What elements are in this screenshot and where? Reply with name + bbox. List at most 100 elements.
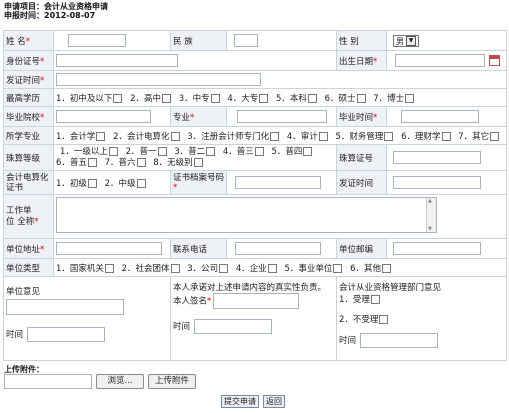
education-checkbox[interactable] <box>113 93 123 103</box>
accept-checkbox[interactable] <box>370 295 380 304</box>
contact-phone-input[interactable] <box>235 242 321 255</box>
abacus-checkbox[interactable] <box>157 146 167 156</box>
row-unit-type: 单位类型 1．国家机关 2．社会团体 3．公司 4．企业 5．事业单位 6．其他 <box>3 258 507 277</box>
unit-type-checkbox[interactable] <box>267 263 277 273</box>
page-header: 申请项目：会计从业资格申请 申报时间：2012-08-07 <box>4 2 108 20</box>
row-comp-cert: 会计电算化 证书 1．初级 2．中级 证书档案号码 * 发证时间 <box>3 170 507 195</box>
major-input[interactable] <box>237 110 327 123</box>
unit-type-checkbox[interactable] <box>104 263 114 273</box>
mgmt-time-input[interactable] <box>360 333 439 348</box>
postcode-label: 单位邮编 <box>336 238 387 259</box>
major-checkbox[interactable] <box>441 131 451 141</box>
abacus-level-label: 珠算等级 <box>3 144 54 171</box>
name-label: 姓 名* <box>3 30 54 51</box>
row-address: 单位地址* 联系电话 单位邮编 <box>3 238 507 259</box>
unit-opinion-label: 单位意见 <box>6 287 41 297</box>
postcode-input[interactable] <box>393 242 481 255</box>
back-button[interactable]: 返回 <box>263 395 285 408</box>
studied-major-options: 1．会计学 2．会计电算化 3．注册会计师专门化 4．审计 5．财务管理 6．理… <box>53 126 507 145</box>
abacus-cert-label: 珠算证号 <box>336 144 387 171</box>
unit-opinion-cell: 单位意见 时间 <box>3 276 171 361</box>
abacus-checkbox[interactable] <box>303 146 313 156</box>
calendar-icon[interactable] <box>489 55 500 66</box>
upload-file-input[interactable] <box>4 374 92 389</box>
unit-opinion-input[interactable] <box>6 299 124 315</box>
row-studied-major: 所学专业 1．会计学 2．会计电算化 3．注册会计师专门化 4．审计 5．财务管… <box>3 126 507 145</box>
scrollbar[interactable] <box>426 198 436 232</box>
unit-type-checkbox[interactable] <box>382 263 392 273</box>
major-checkbox[interactable] <box>318 131 328 141</box>
row-basic: 姓 名* 民 族 性 别 男 ▼ <box>3 30 507 51</box>
row-abacus: 珠算等级 1．一级以上 2．普一 3．普二 4．普三 5．普四 6．普五 7．普… <box>3 144 507 171</box>
comp-cert-checkbox[interactable] <box>136 178 146 188</box>
education-checkbox[interactable] <box>307 93 317 103</box>
ethnicity-label: 民 族 <box>170 30 227 51</box>
major-checkbox[interactable] <box>384 131 394 141</box>
grad-time-label: 毕业时间* <box>336 106 387 127</box>
row-school: 毕业院校* 专业* 毕业时间* <box>3 106 507 127</box>
education-checkbox[interactable] <box>162 93 172 103</box>
abacus-checkbox[interactable] <box>108 146 118 156</box>
reject-checkbox[interactable] <box>379 315 389 324</box>
id-number-input[interactable] <box>56 54 178 67</box>
chevron-down-icon: ▼ <box>406 36 416 46</box>
education-checkbox[interactable] <box>405 93 415 103</box>
issue-authority-input[interactable] <box>56 73 261 86</box>
work-unit-label: 工作单 位 全称* <box>3 194 54 239</box>
pledge-text: 本人承诺对上述申请内容的真实性负责。 <box>173 283 327 293</box>
unit-address-input[interactable] <box>56 242 162 255</box>
work-unit-textarea[interactable] <box>56 197 437 233</box>
upload-button[interactable]: 上传附件 <box>148 374 196 389</box>
abacus-checkbox[interactable] <box>254 146 264 156</box>
birth-date-input[interactable] <box>395 54 485 67</box>
unit-opinion-time-input[interactable] <box>27 327 106 342</box>
project-title: 申请项目：会计从业资格申请 <box>4 2 108 11</box>
major-checkbox[interactable] <box>170 131 180 141</box>
abacus-checkbox[interactable] <box>206 146 216 156</box>
mgmt-opinion-label: 会计从业资格管理部门意见 <box>339 283 442 293</box>
major-label: 专业* <box>170 106 227 127</box>
row-education: 最高学历 1．初中及以下 2．高中 3．中专 4．大专 5．本科 6．硕士 7．… <box>3 88 507 107</box>
abacus-checkbox[interactable] <box>87 157 97 167</box>
school-label: 毕业院校* <box>3 106 54 127</box>
education-checkbox[interactable] <box>210 93 220 103</box>
birth-date-label: 出生日期* <box>336 50 387 71</box>
submit-button[interactable]: 提交申请 <box>221 395 259 408</box>
browse-button[interactable]: 浏览... <box>96 374 144 389</box>
school-input[interactable] <box>56 110 151 123</box>
pledge-time-input[interactable] <box>194 319 273 334</box>
issue-time-label: 发证时间 <box>336 170 387 195</box>
comp-cert-checkbox[interactable] <box>87 178 97 188</box>
issue-time-input[interactable] <box>393 176 481 189</box>
major-checkbox[interactable] <box>490 131 500 141</box>
grad-time-input[interactable] <box>401 110 479 123</box>
major-checkbox[interactable] <box>270 131 280 141</box>
row-work-unit: 工作单 位 全称* <box>3 194 507 239</box>
abacus-cert-input[interactable] <box>393 151 481 164</box>
comp-cert-options: 1．初级 2．中级 <box>53 170 171 195</box>
gender-select[interactable]: 男 ▼ <box>393 34 419 47</box>
unit-type-checkbox[interactable] <box>333 263 343 273</box>
pledge-cell: 本人承诺对上述申请内容的真实性负责。 本人签名* 时间 <box>170 276 337 361</box>
unit-type-checkbox[interactable] <box>170 263 180 273</box>
abacus-options: 1．一级以上 2．普一 3．普二 4．普三 5．普四 6．普五 7．普六 8．无… <box>53 144 337 171</box>
unit-type-checkbox[interactable] <box>219 263 229 273</box>
education-checkbox[interactable] <box>356 93 366 103</box>
contact-phone-label: 联系电话 <box>170 238 227 259</box>
cert-file-input[interactable] <box>235 176 321 189</box>
major-checkbox[interactable] <box>96 131 106 141</box>
signature-input[interactable] <box>213 293 300 309</box>
ethnicity-input[interactable] <box>234 34 258 47</box>
unit-address-label: 单位地址* <box>3 238 54 259</box>
abacus-checkbox[interactable] <box>136 157 146 167</box>
education-label: 最高学历 <box>3 88 54 107</box>
education-options: 1．初中及以下 2．高中 3．中专 4．大专 5．本科 6．硕士 7．博士 <box>53 88 507 107</box>
education-checkbox[interactable] <box>259 93 269 103</box>
name-input[interactable] <box>68 34 126 47</box>
mgmt-time-label: 时间 <box>339 336 357 346</box>
unit-type-label: 单位类型 <box>3 258 54 277</box>
abacus-checkbox[interactable] <box>193 157 203 167</box>
signature-label: 本人签名 <box>173 296 208 307</box>
gender-label: 性 别 <box>336 30 387 51</box>
unit-type-options: 1．国家机关 2．社会团体 3．公司 4．企业 5．事业单位 6．其他 <box>53 258 507 277</box>
